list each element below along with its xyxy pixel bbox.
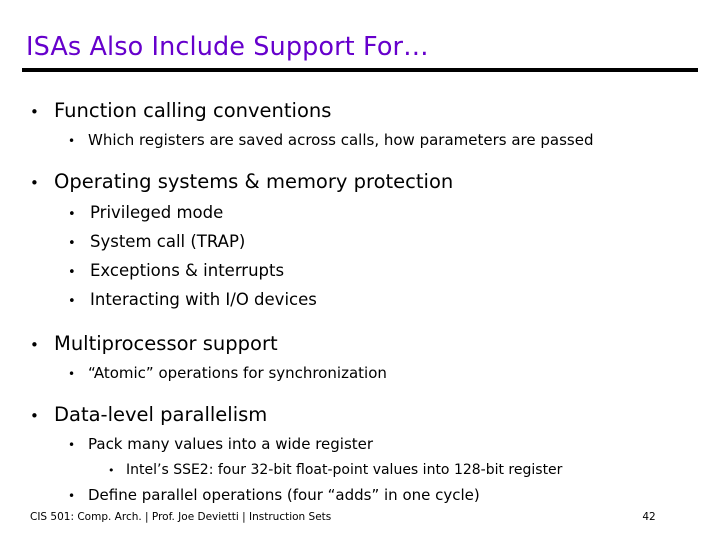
bullet-dot-icon: • (68, 236, 76, 251)
slide-canvas: ISAs Also Include Support For… • Functio… (0, 0, 720, 540)
bullet-dot-icon: • (68, 367, 76, 381)
bullet-level2: • Define parallel operations (four “adds… (0, 483, 720, 509)
slide-title: ISAs Also Include Support For… (26, 32, 429, 62)
bullet-text: Interacting with I/O devices (90, 290, 317, 309)
bullet-text: Function calling conventions (54, 99, 332, 122)
bullet-dot-icon: • (30, 336, 39, 354)
bullet-text: Data-level parallelism (54, 403, 268, 426)
bullet-text: Which registers are saved across calls, … (88, 131, 594, 149)
bullet-level1: • Operating systems & memory protection (0, 166, 720, 199)
bullet-text: Define parallel operations (four “adds” … (88, 486, 480, 504)
bullet-level2: • Which registers are saved across calls… (0, 128, 720, 154)
bullet-level2: • System call (TRAP) (0, 228, 720, 257)
slide-page-number: 42 (642, 511, 656, 523)
bullet-dot-icon: • (30, 174, 39, 192)
bullet-dot-icon: • (108, 464, 115, 477)
bullet-text: Multiprocessor support (54, 332, 278, 355)
bullet-level2: • Privileged mode (0, 199, 720, 228)
bullet-text: Privileged mode (90, 203, 224, 222)
bullet-level2: • Interacting with I/O devices (0, 286, 720, 315)
slide-footer: CIS 501: Comp. Arch. | Prof. Joe Deviett… (30, 511, 332, 523)
bullet-text: Pack many values into a wide register (88, 435, 374, 453)
bullet-level2: • Exceptions & interrupts (0, 257, 720, 286)
bullet-dot-icon: • (30, 103, 39, 121)
bullet-dot-icon: • (68, 207, 76, 222)
bullet-level3: • Intel’s SSE2: four 32-bit float-point … (0, 458, 720, 483)
bullet-text: Intel’s SSE2: four 32-bit float-point va… (126, 462, 563, 478)
bullet-text: System call (TRAP) (90, 232, 246, 251)
bullet-dot-icon: • (30, 407, 39, 425)
bullet-dot-icon: • (68, 134, 76, 148)
bullet-text: “Atomic” operations for synchronization (88, 364, 387, 382)
bullet-dot-icon: • (68, 489, 76, 503)
bullet-dot-icon: • (68, 294, 76, 309)
slide-body: • Function calling conventions • Which r… (0, 88, 720, 509)
title-divider (22, 68, 698, 72)
bullet-level1: • Multiprocessor support (0, 328, 720, 361)
bullet-dot-icon: • (68, 265, 76, 280)
bullet-level2: • “Atomic” operations for synchronizatio… (0, 361, 720, 387)
bullet-level1: • Function calling conventions (0, 95, 720, 128)
bullet-dot-icon: • (68, 438, 76, 452)
bullet-level2: • Pack many values into a wide register (0, 432, 720, 458)
bullet-text: Operating systems & memory protection (54, 170, 454, 193)
bullet-level1: • Data-level parallelism (0, 399, 720, 432)
bullet-text: Exceptions & interrupts (90, 261, 285, 280)
